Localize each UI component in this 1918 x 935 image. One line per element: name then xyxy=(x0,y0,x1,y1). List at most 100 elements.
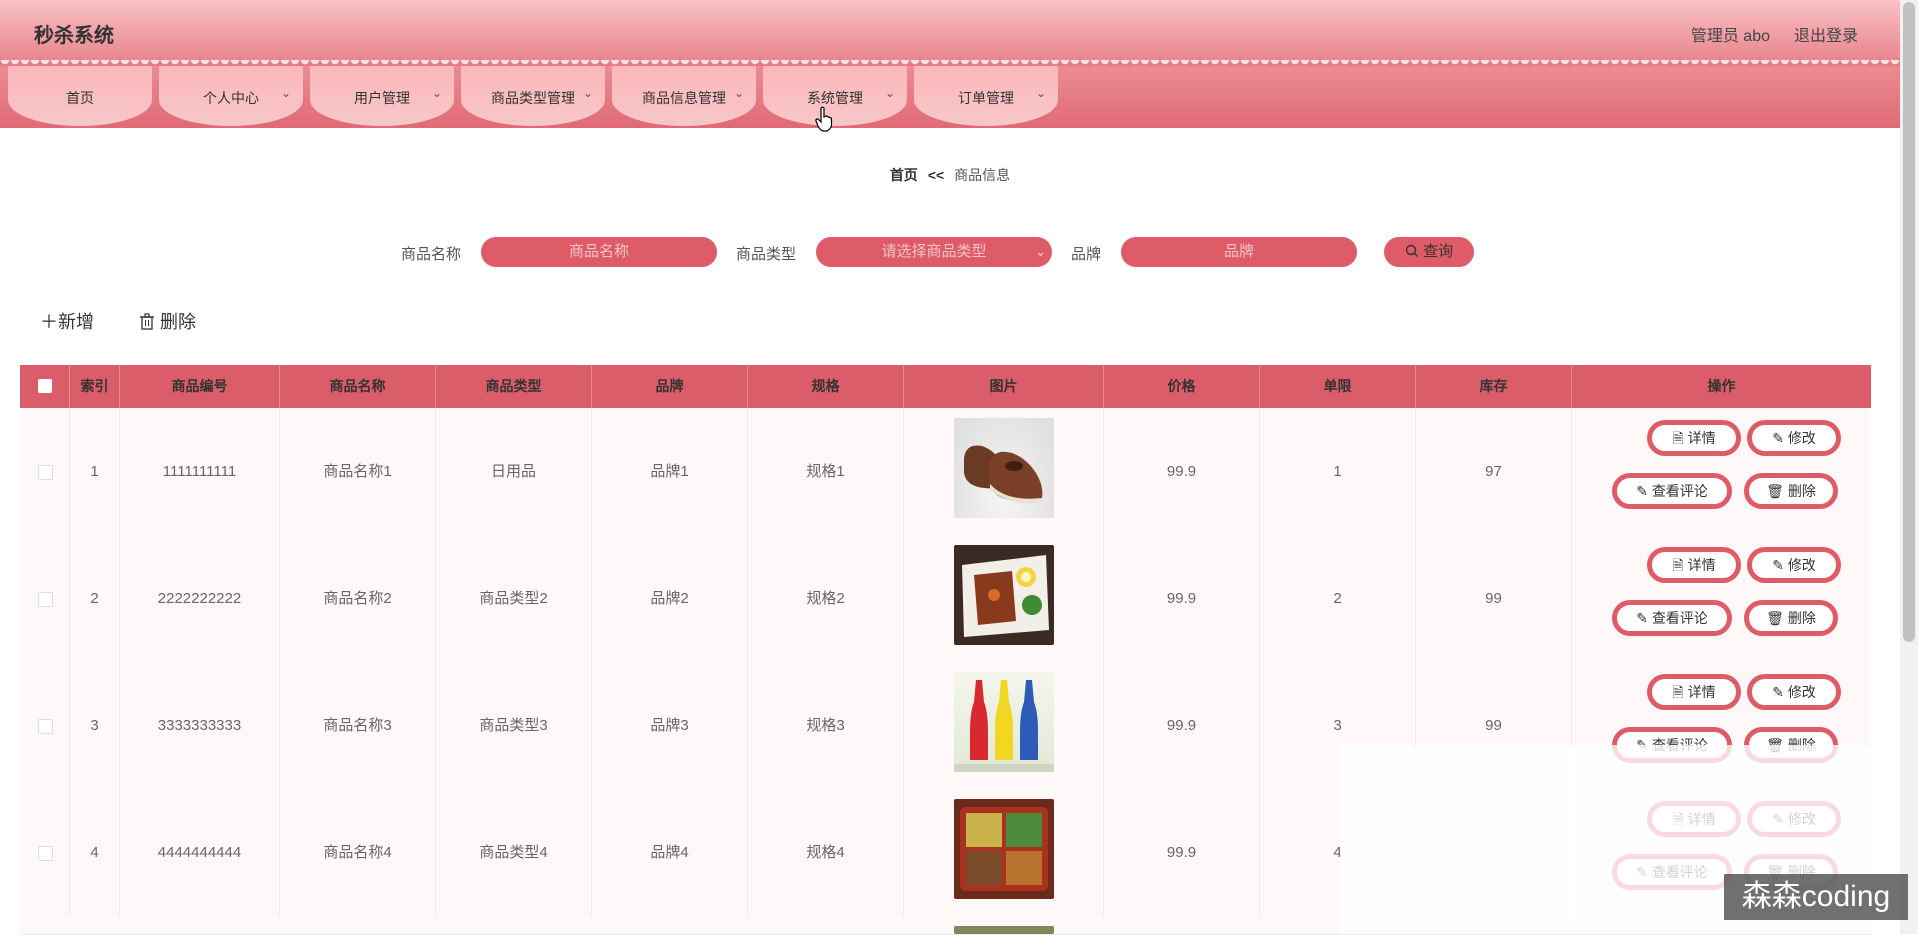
table-header: 索引 商品编号 商品名称 商品类型 品牌 规格 图片 价格 单限 库存 操作 xyxy=(20,365,1871,408)
detail-button-label: 详情 xyxy=(1687,557,1716,573)
colored-bottles-icon xyxy=(954,680,1054,772)
col-index: 索引 xyxy=(70,365,120,408)
search-icon xyxy=(1405,244,1418,257)
edit-button[interactable]: ✎ 修改 xyxy=(1747,547,1841,583)
cell-name: 商品名称1 xyxy=(280,408,436,535)
scrollbar-thumb[interactable] xyxy=(1903,2,1915,642)
brand-input[interactable]: 品牌 xyxy=(1121,237,1357,267)
cell-limit: 1 xyxy=(1260,408,1416,535)
product-image-bottles[interactable] xyxy=(954,672,1054,772)
product-name-label: 商品名称 xyxy=(401,246,462,263)
col-actions: 操作 xyxy=(1707,378,1736,394)
detail-button[interactable]: 🗎 详情 xyxy=(1647,420,1741,456)
cell-image xyxy=(904,662,1104,789)
lunch-box-icon xyxy=(960,807,1048,891)
detail-button[interactable]: 🗎 详情 xyxy=(1647,547,1741,583)
cell-actions: 🗎 详情 ✎ 修改 ✎ 查看评论 🗑 删除 xyxy=(1572,535,1871,662)
view-comments-button[interactable]: ✎ 查看评论 xyxy=(1612,600,1732,636)
trash-icon: 🗑 xyxy=(1766,483,1788,499)
hand-cursor-icon xyxy=(815,106,833,132)
cell-brand: 品牌1 xyxy=(592,408,748,535)
cell-brand: 品牌4 xyxy=(592,789,748,916)
col-type: 商品类型 xyxy=(436,365,592,408)
cell-name: 商品名称4 xyxy=(280,789,436,916)
query-button[interactable]: 查询 xyxy=(1384,237,1474,267)
add-button-label: 新增 xyxy=(58,312,94,332)
cell-name: 商品名称3 xyxy=(280,662,436,789)
add-button[interactable]: ＋新增 xyxy=(40,308,94,334)
nav-home[interactable]: 首页 xyxy=(8,66,152,126)
nav-user-management[interactable]: 用户管理 ⌄ xyxy=(310,66,454,126)
detail-button[interactable]: 🗎 详情 xyxy=(1647,674,1741,710)
product-image-lunchbox[interactable] xyxy=(954,799,1054,899)
edit-button[interactable]: ✎ 修改 xyxy=(1747,420,1841,456)
col-stock: 库存 xyxy=(1416,365,1572,408)
leather-shoes-icon xyxy=(964,445,1043,504)
col-price: 价格 xyxy=(1104,365,1260,408)
row-checkbox[interactable] xyxy=(38,846,53,861)
detail-button-label: 详情 xyxy=(1687,430,1716,446)
product-image-bento[interactable] xyxy=(954,545,1054,645)
breadcrumb-current: 商品信息 xyxy=(954,167,1011,183)
cell-stock: 97 xyxy=(1416,408,1572,535)
cell-code: 2222222222 xyxy=(120,535,280,662)
row-checkbox[interactable] xyxy=(38,719,53,734)
product-name-input[interactable]: 商品名称 xyxy=(481,237,717,267)
chevron-down-icon: ⌄ xyxy=(280,86,291,100)
cell-index: 2 xyxy=(70,535,120,662)
view-comments-button-label: 查看评论 xyxy=(1651,483,1708,499)
cell-code: 3333333333 xyxy=(120,662,280,789)
product-image-shoes[interactable] xyxy=(954,418,1054,518)
chevron-down-icon: ⌄ xyxy=(582,86,593,100)
logout-link[interactable]: 退出登录 xyxy=(1794,22,1858,46)
bulk-delete-button[interactable]: 删除 xyxy=(139,308,196,334)
col-limit: 单限 xyxy=(1260,365,1416,408)
select-all-checkbox[interactable] xyxy=(38,379,52,393)
delete-button[interactable]: 🗑 删除 xyxy=(1744,600,1838,636)
nav-product-type-management[interactable]: 商品类型管理 ⌄ xyxy=(461,66,605,126)
cell-name: 商品名称2 xyxy=(280,535,436,662)
pencil-icon: ✎ xyxy=(1636,483,1652,499)
plus-icon: ＋ xyxy=(40,312,58,332)
document-icon: 🗎 xyxy=(1672,557,1688,573)
chevron-down-icon: ⌄ xyxy=(884,86,895,100)
edit-button[interactable]: ✎ 修改 xyxy=(1747,674,1841,710)
delete-button[interactable]: 🗑 删除 xyxy=(1744,473,1838,509)
cell-brand: 品牌2 xyxy=(592,535,748,662)
row-checkbox[interactable] xyxy=(38,465,53,480)
brand-placeholder: 品牌 xyxy=(1223,243,1254,260)
document-icon: 🗎 xyxy=(1672,430,1688,446)
nav-system-management[interactable]: 系统管理 ⌄ xyxy=(763,66,907,126)
nav-product-info-management[interactable]: 商品信息管理 ⌄ xyxy=(612,66,756,126)
chevron-down-icon: ⌄ xyxy=(431,86,442,100)
pencil-icon: ✎ xyxy=(1772,557,1788,573)
product-type-select[interactable]: 请选择商品类型 ⌄ xyxy=(816,237,1052,267)
table-row: 2 2222222222 商品名称2 商品类型2 品牌2 规格2 99.9 2 … xyxy=(20,535,1871,663)
pencil-icon: ✎ xyxy=(1772,684,1788,700)
view-comments-button[interactable]: ✎ 查看评论 xyxy=(1612,473,1732,509)
page-scrollbar[interactable] xyxy=(1900,0,1918,934)
product-type-label: 商品类型 xyxy=(736,246,797,263)
breadcrumb-home[interactable]: 首页 xyxy=(890,167,918,183)
cell-spec: 规格2 xyxy=(748,535,904,662)
edit-button-label: 修改 xyxy=(1787,557,1816,573)
col-image: 图片 xyxy=(904,365,1104,408)
pencil-icon: ✎ xyxy=(1636,610,1652,626)
row-checkbox-cell xyxy=(20,408,70,535)
cell-limit: 2 xyxy=(1260,535,1416,662)
delete-button-label: 删除 xyxy=(1787,483,1816,499)
bulk-delete-button-label: 删除 xyxy=(160,312,197,332)
col-spec: 规格 xyxy=(748,365,904,408)
row-checkbox[interactable] xyxy=(38,592,53,607)
cell-index: 4 xyxy=(70,789,120,916)
cell-spec: 规格4 xyxy=(748,789,904,916)
cell-type: 日用品 xyxy=(436,408,592,535)
header-checkbox-cell xyxy=(20,365,70,408)
cell-index: 3 xyxy=(70,662,120,789)
cell-type: 商品类型4 xyxy=(436,789,592,916)
cell-price: 99.9 xyxy=(1104,789,1260,916)
nav-personal-center[interactable]: 个人中心 ⌄ xyxy=(159,66,303,126)
nav-order-management[interactable]: 订单管理 ⌄ xyxy=(914,66,1058,126)
current-user: 管理员 abo xyxy=(1690,28,1770,45)
breadcrumb-separator: << xyxy=(927,167,945,183)
